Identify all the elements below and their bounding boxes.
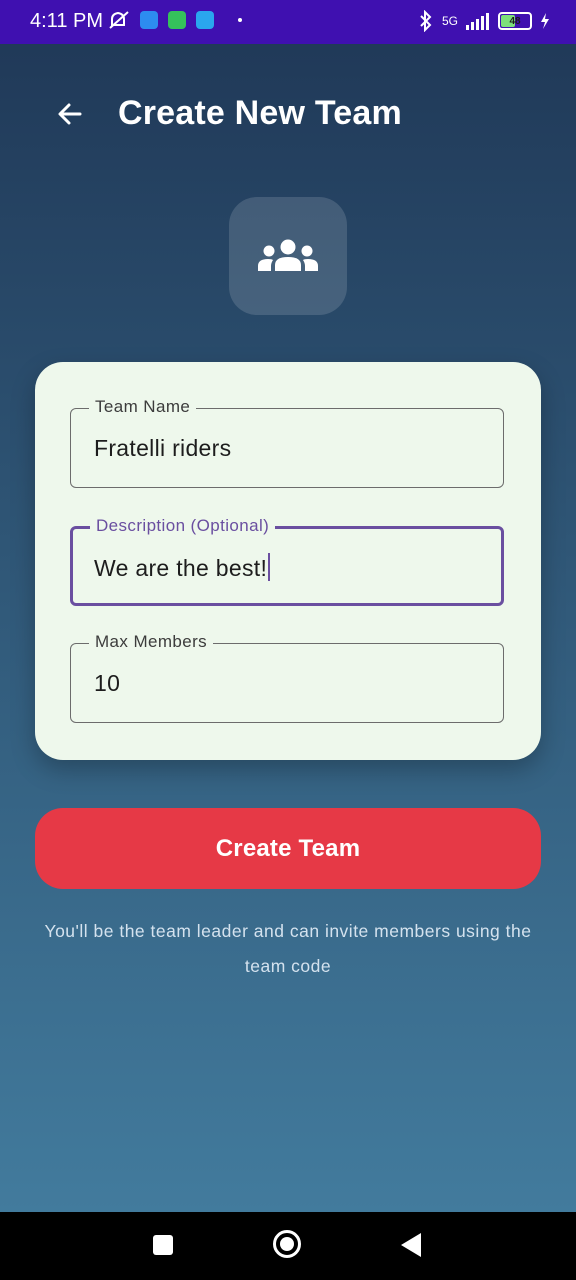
chat-app-icon xyxy=(140,11,158,29)
network-type: 5G xyxy=(441,14,458,28)
page-title: Create New Team xyxy=(118,94,402,132)
description-field[interactable]: Description (Optional) We are the best! xyxy=(70,516,504,606)
team-form-card: Team Name Fratelli riders Description (O… xyxy=(35,362,541,760)
max-members-label: Max Members xyxy=(89,632,214,652)
status-bar: 4:11 PM 5G 48 xyxy=(0,0,576,44)
mute-icon xyxy=(109,11,129,29)
create-team-button[interactable]: Create Team xyxy=(35,808,541,889)
text-cursor xyxy=(268,553,271,581)
recent-apps-button[interactable] xyxy=(153,1235,173,1255)
notification-icons xyxy=(108,10,242,30)
description-label: Description (Optional) xyxy=(90,516,276,536)
max-members-field[interactable]: Max Members 10 xyxy=(70,632,504,723)
app-screen: 4:11 PM 5G 48 Create New Team Team Name … xyxy=(0,0,576,1212)
home-button[interactable] xyxy=(273,1230,301,1258)
upload-icon xyxy=(196,11,214,29)
wechat-icon xyxy=(168,11,186,29)
description-input[interactable]: We are the best! xyxy=(94,555,267,581)
max-members-input[interactable]: 10 xyxy=(94,670,120,697)
battery-icon: 48 xyxy=(498,12,532,30)
signal-icon xyxy=(466,13,489,30)
battery-level: 48 xyxy=(509,15,521,27)
bluetooth-icon xyxy=(420,10,432,32)
charging-icon xyxy=(541,13,549,29)
more-notifications-dot xyxy=(238,18,242,22)
team-name-input[interactable]: Fratelli riders xyxy=(94,435,231,462)
team-name-field[interactable]: Team Name Fratelli riders xyxy=(70,397,504,488)
groups-icon xyxy=(258,239,318,271)
system-back-button[interactable] xyxy=(401,1233,421,1257)
description-input-wrapper[interactable]: We are the best! xyxy=(94,553,271,582)
back-button[interactable] xyxy=(52,96,88,132)
status-time: 4:11 PM xyxy=(30,10,103,32)
arrow-left-icon xyxy=(58,103,82,125)
team-icon-tile xyxy=(229,197,347,315)
team-name-label: Team Name xyxy=(89,397,197,417)
system-status-icons: 5G 48 xyxy=(418,10,550,32)
team-leader-hint: You'll be the team leader and can invite… xyxy=(44,921,532,976)
